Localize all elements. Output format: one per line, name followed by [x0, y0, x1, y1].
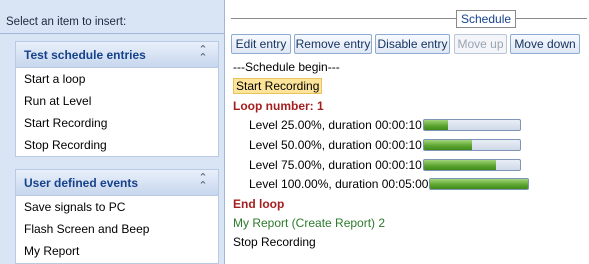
schedule-title: Schedule [456, 10, 517, 28]
group-title: Test schedule entries [24, 48, 146, 62]
schedule-entry-level[interactable]: Level 75.00%, duration 00:00:10 [249, 156, 422, 174]
progress-fill [424, 120, 448, 130]
double-chevron-up-icon[interactable]: ⌃ ⌃ [198, 45, 208, 64]
level-progress-bar [423, 159, 521, 171]
list-item[interactable]: Flash Screen and Beep [16, 218, 218, 240]
list-item[interactable]: Start a loop [16, 68, 218, 90]
divider [231, 18, 587, 19]
move-up-button[interactable]: Move up [454, 34, 507, 54]
list-item[interactable]: Start Recording [16, 112, 218, 134]
schedule-entry-report[interactable]: My Report (Create Report) 2 [233, 214, 385, 232]
schedule-entry-stop-recording[interactable]: Stop Recording [233, 233, 316, 251]
group-user-defined-events: User defined events ⌃ ⌃ Save signals to P… [15, 169, 219, 264]
move-down-button[interactable]: Move down [510, 34, 580, 54]
schedule-panel: Schedule Edit entry Remove entry Disable… [227, 0, 589, 264]
disable-entry-button[interactable]: Disable entry [375, 34, 450, 54]
remove-entry-button[interactable]: Remove entry [294, 34, 372, 54]
list-item[interactable]: Run at Level [16, 90, 218, 112]
insert-label: Select an item to insert: [6, 16, 127, 28]
edit-entry-button[interactable]: Edit entry [231, 34, 291, 54]
schedule-entry-level[interactable]: Level 25.00%, duration 00:00:10 [249, 116, 422, 134]
divider [0, 33, 225, 34]
insert-panel: Select an item to insert: Test schedule … [0, 0, 225, 264]
schedule-entry-loop[interactable]: Loop number: 1 [233, 97, 324, 115]
group-test-schedule-entries: Test schedule entries ⌃ ⌃ Start a loop Ru… [15, 41, 219, 157]
level-progress-bar [423, 119, 521, 131]
level-progress-bar [429, 178, 529, 190]
double-chevron-up-icon[interactable]: ⌃ ⌃ [198, 173, 208, 192]
progress-fill [430, 179, 528, 189]
entry-label: Start Recording [233, 78, 323, 94]
schedule-entry-end-loop[interactable]: End loop [233, 195, 284, 213]
group-header[interactable]: User defined events ⌃ ⌃ [16, 170, 218, 196]
schedule-entry-level[interactable]: Level 100.00%, duration 00:05:00 [249, 175, 428, 193]
schedule-entry-start-recording[interactable]: Start Recording [233, 77, 323, 95]
list-item[interactable]: Stop Recording [16, 134, 218, 156]
group-header[interactable]: Test schedule entries ⌃ ⌃ [16, 42, 218, 68]
list-item[interactable]: My Report [16, 240, 218, 262]
group-title: User defined events [24, 176, 139, 190]
level-progress-bar [423, 139, 521, 151]
progress-fill [424, 160, 496, 170]
schedule-entry-level[interactable]: Level 50.00%, duration 00:00:10 [249, 136, 422, 154]
progress-fill [424, 140, 472, 150]
schedule-begin[interactable]: ---Schedule begin--- [233, 58, 340, 76]
list-item[interactable]: Save signals to PC [16, 196, 218, 218]
